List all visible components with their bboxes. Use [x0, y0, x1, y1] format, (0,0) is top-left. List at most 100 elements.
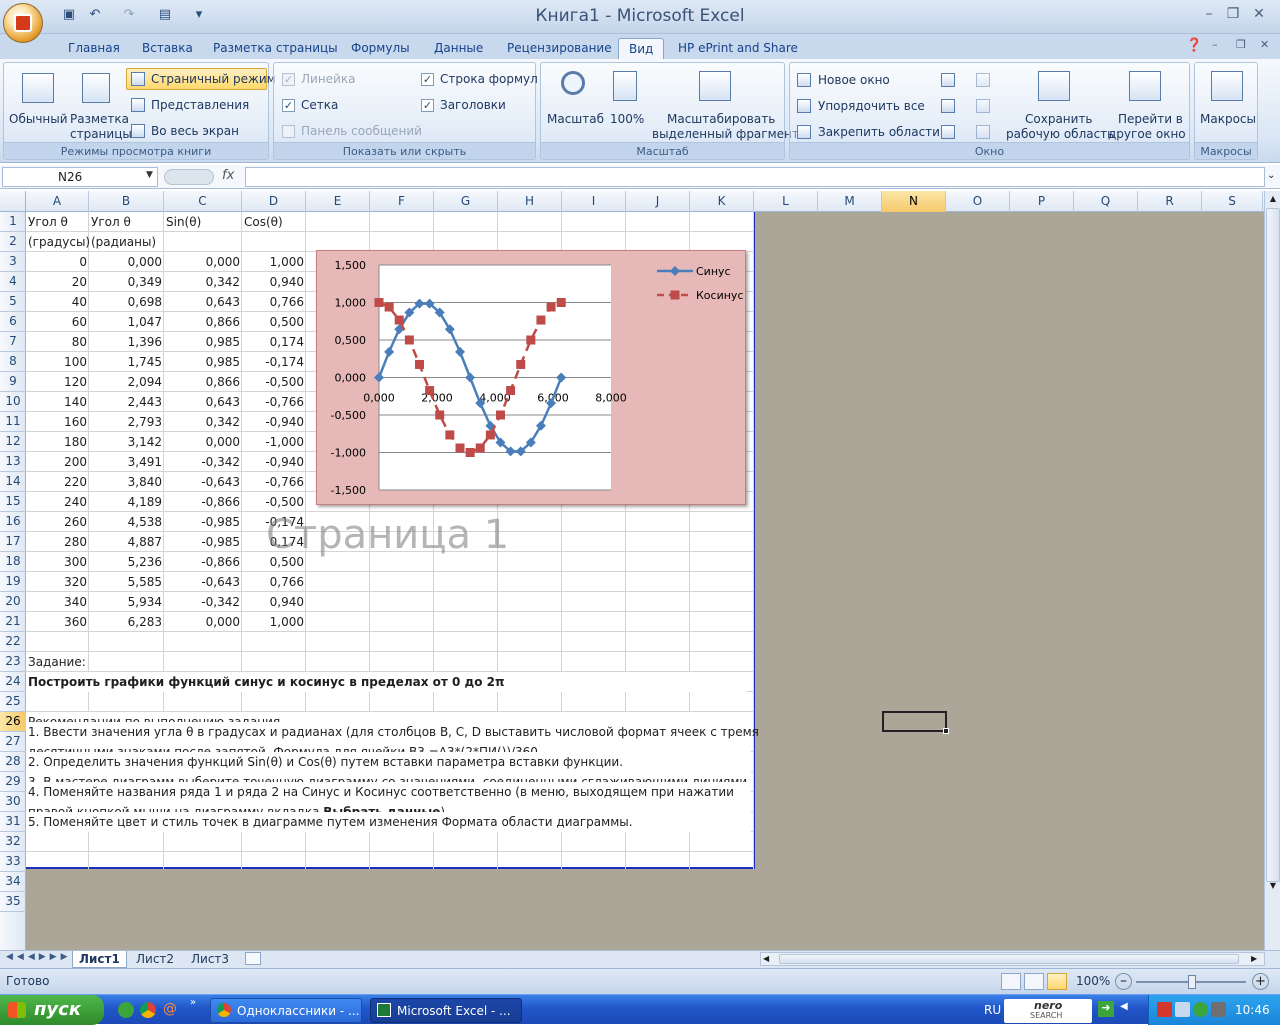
tab-home[interactable]: Главная [58, 38, 130, 60]
row-header-4[interactable]: 4 [0, 272, 26, 292]
tab-page-layout[interactable]: Разметка страницы [203, 38, 348, 60]
row-header-3[interactable]: 3 [0, 252, 26, 272]
sync-scroll-icon[interactable] [976, 99, 990, 113]
table-cell[interactable]: 0,698 [89, 292, 164, 312]
expand-formula-bar-icon[interactable]: ⌄ [1267, 170, 1275, 181]
restore-icon[interactable]: ❐ [1222, 4, 1244, 24]
table-cell[interactable]: -0,643 [164, 472, 242, 492]
new-window-button[interactable]: Новое окно [818, 73, 890, 87]
fill-handle[interactable] [943, 728, 949, 734]
table-cell[interactable]: 200 [26, 452, 89, 472]
row-header-23[interactable]: 23 [0, 652, 26, 672]
minimize-icon[interactable]: – [1198, 4, 1220, 24]
column-header-k[interactable]: K [690, 191, 754, 212]
go-arrow-icon[interactable]: ➜ [1098, 1001, 1114, 1017]
tab-data[interactable]: Данные [424, 38, 493, 60]
table-cell[interactable]: 0,643 [164, 292, 242, 312]
sheet-tab-2[interactable]: Лист2 [130, 951, 180, 968]
macros-button[interactable]: Макросы [1200, 112, 1256, 126]
task-odnoklassniki[interactable]: Одноклассники - ... [210, 998, 362, 1023]
row-header-17[interactable]: 17 [0, 532, 26, 552]
insert-function-icon[interactable]: fx [222, 168, 234, 183]
column-header-l[interactable]: L [754, 191, 818, 212]
split-icon[interactable] [941, 73, 955, 87]
speaker-icon[interactable] [1211, 1002, 1226, 1017]
normal-view-button[interactable]: Обычный [9, 112, 68, 126]
table-cell[interactable]: 260 [26, 512, 89, 532]
row-header-33[interactable]: 33 [0, 852, 26, 872]
table-cell[interactable]: 140 [26, 392, 89, 412]
table-cell[interactable]: 0,000 [89, 252, 164, 272]
row-header-19[interactable]: 19 [0, 572, 26, 592]
tray-expand-icon[interactable]: ◀ [1120, 1001, 1128, 1012]
switch-windows-icon[interactable] [1129, 71, 1161, 101]
message-bar-checkbox[interactable] [282, 125, 295, 138]
table-cell[interactable]: 0,174 [242, 332, 306, 352]
task-cell[interactable]: Построить графики функций синус и косину… [26, 672, 746, 692]
table-cell[interactable]: 240 [26, 492, 89, 512]
ribbon-close-icon[interactable]: ✕ [1260, 38, 1269, 51]
table-cell[interactable]: 0,985 [164, 332, 242, 352]
table-cell[interactable]: 0 [26, 252, 89, 272]
normal-view-status-icon[interactable] [1001, 973, 1021, 990]
antivirus-icon[interactable] [1157, 1002, 1172, 1017]
full-screen-icon[interactable] [131, 124, 145, 138]
save-workspace-button[interactable]: Сохранить [1025, 112, 1093, 126]
recommendation-2[interactable]: 2. Определить значения функций Sin(θ) и … [26, 752, 751, 772]
network-icon[interactable] [1175, 1002, 1190, 1017]
table-cell[interactable]: 2,094 [89, 372, 164, 392]
table-cell[interactable]: 1,745 [89, 352, 164, 372]
freeze-panes-button[interactable]: Закрепить области [818, 125, 940, 139]
zoom-100-button[interactable]: 100% [610, 112, 644, 126]
table-cell[interactable]: 3,491 [89, 452, 164, 472]
column-header-n[interactable]: N [882, 191, 946, 212]
active-cell-n26[interactable] [882, 711, 947, 732]
table-cell[interactable]: 0,000 [164, 612, 242, 632]
table-cell[interactable]: -0,985 [164, 532, 242, 552]
table-cell[interactable]: 0,866 [164, 372, 242, 392]
custom-views-icon[interactable] [131, 98, 145, 112]
table-cell[interactable]: 20 [26, 272, 89, 292]
table-cell[interactable]: 0,940 [242, 272, 306, 292]
table-cell[interactable]: 4,189 [89, 492, 164, 512]
row-header-35[interactable]: 35 [0, 892, 26, 912]
cosine-point[interactable] [475, 443, 485, 453]
row-header-18[interactable]: 18 [0, 552, 26, 572]
table-cell[interactable]: 0,342 [164, 412, 242, 432]
tab-formulas[interactable]: Формулы [341, 38, 420, 60]
zoom-magnifier-icon[interactable] [561, 71, 585, 95]
start-button[interactable]: пуск [0, 995, 104, 1025]
row-header-22[interactable]: 22 [0, 632, 26, 652]
table-cell[interactable]: 0,766 [242, 292, 306, 312]
table-cell[interactable]: 1,396 [89, 332, 164, 352]
cell-a1[interactable]: Угол θ [26, 212, 89, 232]
cosine-point[interactable] [506, 386, 516, 396]
table-cell[interactable]: 340 [26, 592, 89, 612]
table-cell[interactable]: -0,643 [164, 572, 242, 592]
column-header-p[interactable]: P [1010, 191, 1074, 212]
ruler-checkbox[interactable]: ✓ [282, 73, 295, 86]
column-header-c[interactable]: C [164, 191, 242, 212]
table-cell[interactable]: -0,866 [164, 552, 242, 572]
column-header-s[interactable]: S [1202, 191, 1263, 212]
custom-views-button[interactable]: Представления [151, 98, 249, 112]
row-header-21[interactable]: 21 [0, 612, 26, 632]
formula-bar-resize-handle[interactable] [164, 169, 214, 185]
cosine-point[interactable] [425, 386, 435, 396]
column-header-j[interactable]: J [626, 191, 690, 212]
cosine-point[interactable] [546, 302, 556, 312]
tab-insert[interactable]: Вставка [132, 38, 203, 60]
cell-a2[interactable]: (градусы) [26, 232, 90, 252]
odnoklassniki-icon[interactable]: @ [163, 1001, 177, 1017]
row-header-28[interactable]: 28 [0, 752, 26, 772]
scroll-right-icon[interactable]: ▶ [1251, 953, 1257, 965]
table-cell[interactable]: 5,585 [89, 572, 164, 592]
zoom-selection-icon[interactable] [699, 71, 731, 101]
headings-checkbox[interactable]: ✓ [421, 99, 434, 112]
sheet-nav-icon[interactable]: ◀◀◀▶▶▶ [6, 952, 72, 962]
row-header-2[interactable]: 2 [0, 232, 26, 252]
row-header-27[interactable]: 27 [0, 732, 26, 752]
column-header-h[interactable]: H [498, 191, 562, 212]
table-cell[interactable]: -0,940 [242, 452, 306, 472]
row-header-13[interactable]: 13 [0, 452, 26, 472]
